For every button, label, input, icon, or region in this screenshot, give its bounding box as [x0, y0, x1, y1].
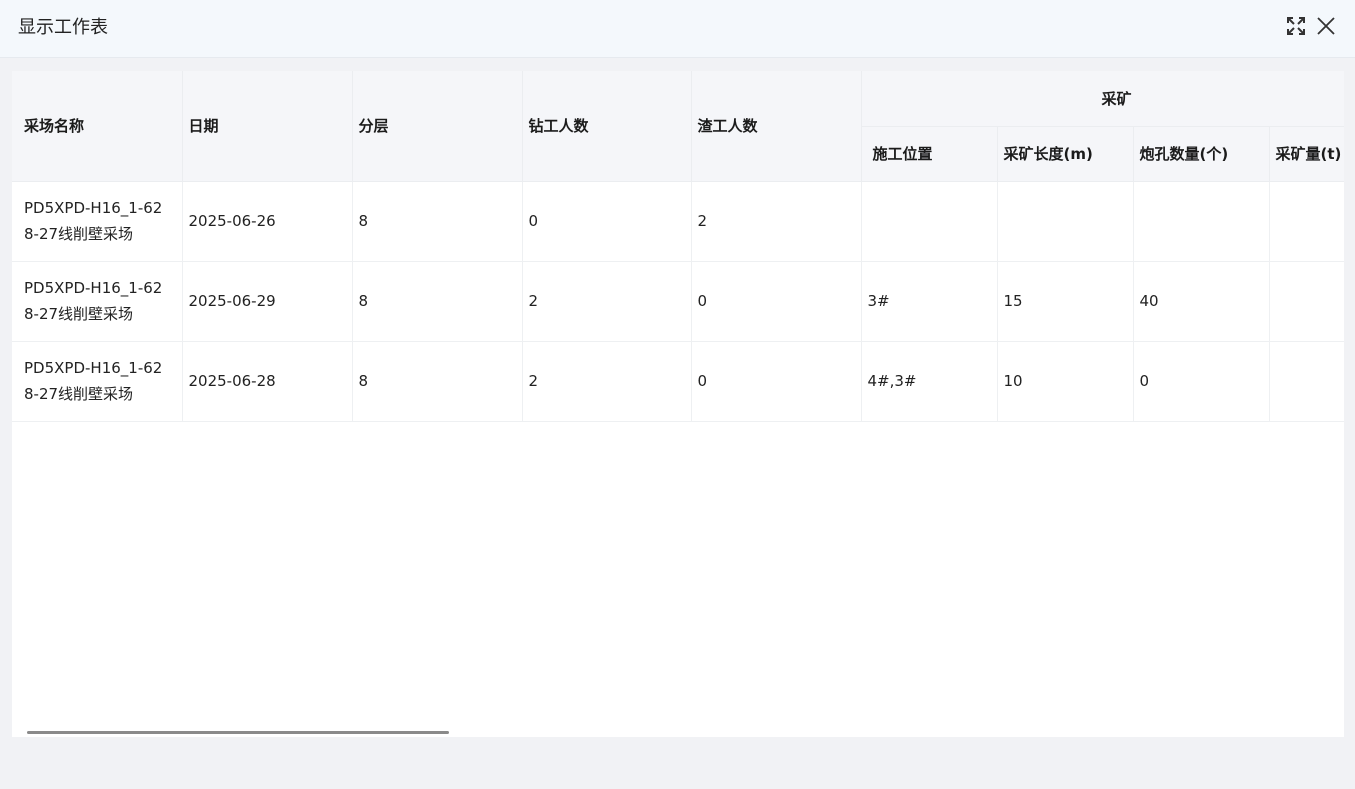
table-row[interactable]: PD5XPD-H16_1-628-27线削壁采场 2025-06-29 8 2 … — [12, 261, 1344, 342]
cell-tonnage — [1269, 181, 1344, 262]
cell-date: 2025-06-29 — [182, 261, 353, 342]
maximize-button[interactable] — [1284, 14, 1308, 38]
cell-holes: 40 — [1133, 261, 1270, 342]
column-header-stope-name[interactable]: 采场名称 — [12, 71, 183, 182]
table-row[interactable]: PD5XPD-H16_1-628-27线削壁采场 2025-06-28 8 2 … — [12, 341, 1344, 422]
cell-position — [861, 181, 998, 262]
cell-muckers: 0 — [691, 261, 862, 342]
cell-length — [997, 181, 1134, 262]
column-header-drillers[interactable]: 钻工人数 — [522, 71, 692, 182]
close-x-icon — [1317, 17, 1335, 35]
close-button[interactable] — [1314, 14, 1338, 38]
column-header-muckers[interactable]: 渣工人数 — [691, 71, 862, 182]
cell-muckers: 2 — [691, 181, 862, 262]
worksheet-panel[interactable]: 采场名称 日期 分层 钻工人数 渣工人数 采矿 施工位置 采矿长度(m) 炮孔数… — [12, 71, 1344, 737]
column-group-mining: 采矿 — [861, 71, 1344, 127]
cell-length: 10 — [997, 341, 1134, 422]
horizontal-scrollbar[interactable] — [27, 731, 449, 734]
cell-drillers: 0 — [522, 181, 692, 262]
column-header-position[interactable]: 施工位置 — [861, 126, 998, 182]
cell-position: 4#,3# — [861, 341, 998, 422]
cell-drillers: 2 — [522, 341, 692, 422]
table-row[interactable]: PD5XPD-H16_1-628-27线削壁采场 2025-06-26 8 0 … — [12, 181, 1344, 262]
expand-arrows-icon — [1287, 17, 1305, 35]
cell-muckers: 0 — [691, 341, 862, 422]
column-header-tonnage[interactable]: 采矿量(t) — [1269, 126, 1344, 182]
cell-length: 15 — [997, 261, 1134, 342]
cell-holes — [1133, 181, 1270, 262]
column-header-length[interactable]: 采矿长度(m) — [997, 126, 1134, 182]
cell-tonnage — [1269, 341, 1344, 422]
cell-holes: 0 — [1133, 341, 1270, 422]
cell-tonnage — [1269, 261, 1344, 342]
cell-stope-name: PD5XPD-H16_1-628-27线削壁采场 — [12, 181, 183, 262]
cell-date: 2025-06-28 — [182, 341, 353, 422]
worksheet-table: 采场名称 日期 分层 钻工人数 渣工人数 采矿 施工位置 采矿长度(m) 炮孔数… — [12, 71, 1344, 422]
cell-date: 2025-06-26 — [182, 181, 353, 262]
column-header-layer[interactable]: 分层 — [352, 71, 523, 182]
column-header-date[interactable]: 日期 — [182, 71, 353, 182]
dialog-title: 显示工作表 — [18, 17, 108, 38]
cell-layer: 8 — [352, 261, 523, 342]
cell-layer: 8 — [352, 181, 523, 262]
cell-position: 3# — [861, 261, 998, 342]
column-header-holes[interactable]: 炮孔数量(个) — [1133, 126, 1270, 182]
cell-drillers: 2 — [522, 261, 692, 342]
cell-layer: 8 — [352, 341, 523, 422]
cell-stope-name: PD5XPD-H16_1-628-27线削壁采场 — [12, 261, 183, 342]
dialog-header: 显示工作表 — [0, 0, 1355, 58]
cell-stope-name: PD5XPD-H16_1-628-27线削壁采场 — [12, 341, 183, 422]
